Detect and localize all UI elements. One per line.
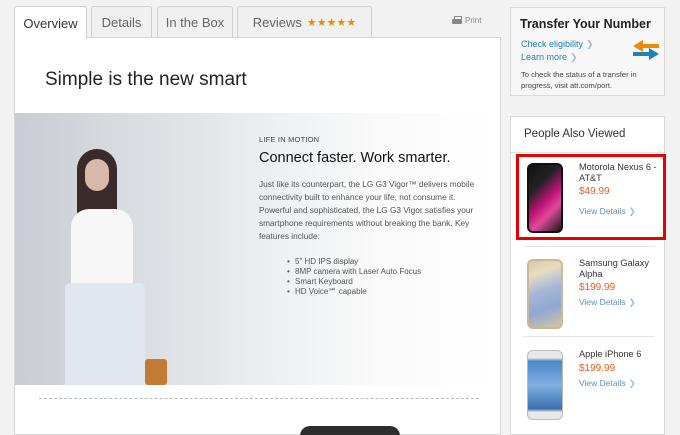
tab-in-the-box-label: In the Box bbox=[165, 15, 225, 30]
feature-list: 5" HD IPS display 8MP camera with Laser … bbox=[287, 257, 484, 297]
people-also-viewed-title: People Also Viewed bbox=[524, 128, 626, 140]
product-name: Apple iPhone 6 bbox=[579, 349, 642, 359]
divider bbox=[511, 152, 664, 153]
hero-banner: LIFE IN MOTION Connect faster. Work smar… bbox=[15, 113, 500, 385]
product-tabs: Overview Details In the Box Reviews ★★★★… bbox=[14, 6, 502, 39]
section-divider bbox=[39, 398, 479, 399]
tab-reviews[interactable]: Reviews ★★★★★ bbox=[237, 6, 372, 38]
chevron-right-icon: ❯ bbox=[628, 297, 636, 307]
feature-item: 8MP camera with Laser Auto Focus bbox=[287, 267, 484, 277]
view-details-label: View Details bbox=[579, 297, 626, 307]
chevron-right-icon: ❯ bbox=[628, 378, 636, 388]
hero-copy: LIFE IN MOTION Connect faster. Work smar… bbox=[259, 135, 484, 297]
highlight-box bbox=[516, 154, 666, 240]
feature-item: 5" HD IPS display bbox=[287, 257, 484, 267]
transfer-title: Transfer Your Number bbox=[520, 17, 651, 31]
hero-title: Connect faster. Work smarter. bbox=[259, 150, 451, 166]
apple-iphone-6-image bbox=[527, 350, 563, 420]
view-details-label: View Details bbox=[579, 378, 626, 388]
print-label: Print bbox=[465, 16, 482, 25]
page-title: Simple is the new smart bbox=[45, 69, 247, 90]
tab-details[interactable]: Details bbox=[91, 6, 152, 38]
chevron-right-icon: ❯ bbox=[570, 52, 578, 62]
printer-icon bbox=[452, 16, 462, 25]
overview-panel: Simple is the new smart LIFE IN MOTION C… bbox=[14, 37, 501, 435]
transfer-number-box: Transfer Your Number Check eligibility ❯ … bbox=[510, 7, 665, 96]
learn-more-link[interactable]: Learn more ❯ bbox=[521, 52, 578, 63]
product-price: $199.99 bbox=[579, 282, 616, 293]
check-eligibility-label: Check eligibility bbox=[521, 39, 584, 49]
product-card[interactable]: Samsung Galaxy Alpha $199.99 View Detail… bbox=[511, 255, 664, 335]
divider bbox=[523, 336, 655, 337]
view-details-link[interactable]: View Details ❯ bbox=[579, 378, 636, 389]
hero-eyebrow: LIFE IN MOTION bbox=[259, 135, 320, 144]
phone-image bbox=[300, 426, 400, 435]
product-page: Overview Details In the Box Reviews ★★★★… bbox=[0, 0, 680, 435]
tab-overview-label: Overview bbox=[23, 15, 78, 31]
woman-on-phone-image bbox=[65, 149, 167, 385]
samsung-galaxy-alpha-image bbox=[527, 259, 563, 329]
print-link[interactable]: Print bbox=[452, 16, 481, 25]
tab-reviews-label: Reviews bbox=[252, 15, 302, 30]
feature-item: HD Voice℠ capable bbox=[287, 287, 484, 297]
rating-stars-icon: ★★★★★ bbox=[306, 17, 357, 29]
divider bbox=[523, 246, 655, 247]
tab-overview[interactable]: Overview bbox=[14, 6, 87, 39]
product-name: Samsung Galaxy Alpha bbox=[579, 258, 649, 279]
check-eligibility-link[interactable]: Check eligibility ❯ bbox=[521, 39, 594, 50]
chevron-right-icon: ❯ bbox=[586, 39, 594, 49]
transfer-arrows-icon bbox=[633, 40, 659, 60]
view-details-link[interactable]: View Details ❯ bbox=[579, 297, 636, 308]
transfer-note: To check the status of a transfer in pro… bbox=[521, 70, 637, 90]
feature-item: Smart Keyboard bbox=[287, 277, 484, 287]
learn-more-label: Learn more bbox=[521, 52, 568, 62]
tab-details-label: Details bbox=[101, 15, 142, 30]
hero-body: Just like its counterpart, the LG G3 Vig… bbox=[259, 179, 475, 241]
product-price: $199.99 bbox=[579, 363, 616, 374]
product-card[interactable]: Apple iPhone 6 $199.99 View Details ❯ bbox=[511, 346, 664, 426]
tab-in-the-box[interactable]: In the Box bbox=[157, 6, 233, 38]
